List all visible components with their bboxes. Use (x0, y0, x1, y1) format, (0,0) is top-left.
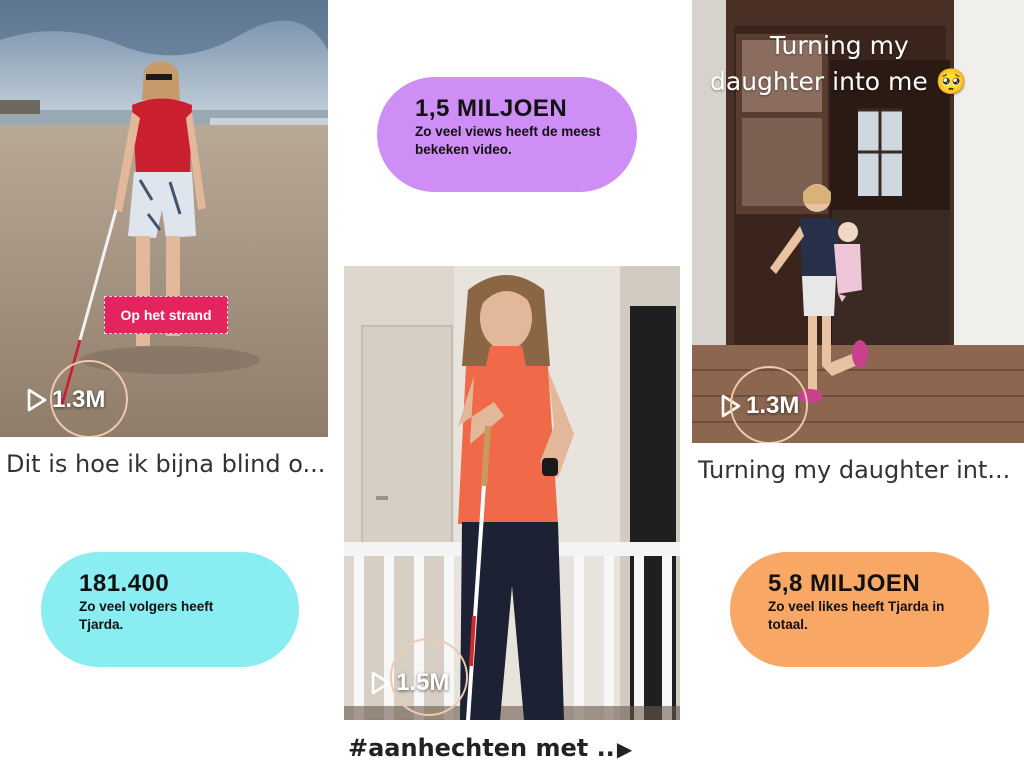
highlight-ring (730, 366, 808, 443)
stat-bubble-views: 1,5 MILJOEN Zo veel views heeft de meest… (377, 77, 637, 192)
stat-bubble-followers: 181.400 Zo veel volgers heeft Tjarda. (41, 552, 299, 667)
play-icon (371, 671, 391, 695)
stat-description: Zo veel volgers heeft Tjarda. (79, 599, 214, 632)
woman-cane-photo (344, 266, 680, 720)
stat-description: Zo veel likes heeft Tjarda in totaal. (768, 599, 945, 632)
video-thumbnail-cane[interactable]: 1.5M (344, 266, 680, 720)
sticker-op-het-strand: Op het strand (104, 296, 228, 334)
overlay-text-line-2: daughter into me 🥺 (710, 67, 967, 96)
stat-value: 1,5 MILJOEN (415, 95, 568, 122)
video-caption-text: #aanhechten met .. (348, 734, 615, 762)
stat-description: Zo veel views heeft de meest bekeken vid… (415, 124, 601, 157)
play-icon (27, 388, 47, 412)
highlight-ring (50, 360, 128, 437)
stat-bubble-likes: 5,8 MILJOEN Zo veel likes heeft Tjarda i… (730, 552, 989, 667)
highlight-ring (390, 638, 468, 716)
video-caption-cane[interactable]: #aanhechten met .. ▶ (348, 734, 632, 762)
video-thumbnail-beach[interactable]: Op het strand 1.3M (0, 0, 328, 437)
video-caption-beach[interactable]: Dit is hoe ik bijna blind o... (6, 450, 325, 478)
caption-arrow-icon: ▶ (616, 737, 633, 761)
stat-value: 181.400 (79, 570, 170, 597)
beach-photo (0, 0, 328, 437)
overlay-text-line-1: Turning my (770, 31, 909, 60)
stat-value: 5,8 MILJOEN (768, 570, 921, 597)
video-thumbnail-door[interactable]: Turning my daughter into me 🥺 1.3M (692, 0, 1024, 443)
video-caption-door[interactable]: Turning my daughter int... (698, 456, 1010, 484)
